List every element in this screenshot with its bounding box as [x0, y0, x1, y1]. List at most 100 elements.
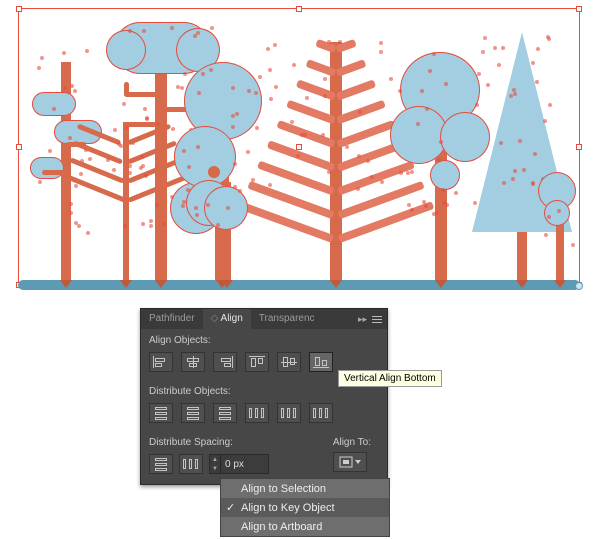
anchor-point[interactable]: [258, 75, 262, 79]
anchor-point[interactable]: [122, 102, 126, 106]
anchor-point[interactable]: [425, 107, 429, 111]
tree[interactable]: [204, 162, 250, 282]
fir-branch[interactable]: [336, 120, 395, 148]
anchor-point[interactable]: [268, 68, 272, 72]
anchor-point[interactable]: [69, 211, 73, 215]
anchor-point[interactable]: [128, 29, 132, 33]
anchor-point[interactable]: [73, 89, 77, 93]
anchor-point[interactable]: [543, 119, 547, 123]
anchor-point[interactable]: [380, 180, 384, 184]
anchor-point[interactable]: [255, 126, 259, 130]
anchor-point[interactable]: [345, 145, 349, 149]
horizontal-align-center-button[interactable]: [181, 352, 205, 372]
anchor-point[interactable]: [357, 154, 361, 158]
anchor-point[interactable]: [548, 103, 552, 107]
anchor-point[interactable]: [149, 224, 153, 228]
anchor-point[interactable]: [571, 243, 575, 247]
anchor-point[interactable]: [499, 141, 503, 145]
anchor-point[interactable]: [356, 187, 360, 191]
anchor-point[interactable]: [323, 77, 327, 81]
anchor-point[interactable]: [144, 174, 148, 178]
anchor-point[interactable]: [379, 41, 383, 45]
vertical-distribute-top-button[interactable]: [149, 403, 173, 423]
anchor-point[interactable]: [366, 159, 370, 163]
anchor-point[interactable]: [502, 181, 506, 185]
anchor-point[interactable]: [513, 92, 517, 96]
artboard-selection[interactable]: /*branches generated below via DOM to re…: [18, 8, 580, 296]
tab-pathfinder[interactable]: Pathfinder: [141, 309, 203, 329]
anchor-point[interactable]: [63, 86, 67, 90]
vertical-distribute-bottom-button[interactable]: [213, 403, 237, 423]
anchor-point[interactable]: [48, 149, 52, 153]
tree[interactable]: [540, 172, 580, 282]
anchor-point[interactable]: [238, 189, 242, 193]
anchor-point[interactable]: [266, 47, 270, 51]
anchor-point[interactable]: [196, 145, 200, 149]
anchor-point[interactable]: [416, 122, 420, 126]
anchor-point[interactable]: [268, 183, 272, 187]
flyout-align-to-key-object[interactable]: ✓Align to Key Object: [221, 498, 389, 517]
anchor-point[interactable]: [182, 149, 186, 153]
anchor-point[interactable]: [493, 46, 497, 50]
anchor-point[interactable]: [296, 154, 300, 158]
anchor-point[interactable]: [274, 85, 278, 89]
anchor-point[interactable]: [181, 204, 185, 208]
horizontal-align-right-button[interactable]: [213, 352, 237, 372]
anchor-point[interactable]: [74, 221, 78, 225]
anchor-point[interactable]: [323, 94, 327, 98]
vertical-align-bottom-button[interactable]: [309, 352, 333, 372]
horizontal-align-left-button[interactable]: [149, 352, 173, 372]
anchor-point[interactable]: [544, 233, 548, 237]
anchor-point[interactable]: [141, 164, 145, 168]
anchor-point[interactable]: [88, 157, 92, 161]
flyout-align-to-selection[interactable]: Align to Selection: [221, 479, 389, 498]
tree[interactable]: [66, 112, 186, 282]
anchor-point[interactable]: [141, 222, 145, 226]
anchor-point[interactable]: [410, 208, 414, 212]
selection-handle[interactable]: [576, 6, 582, 12]
anchor-point[interactable]: [37, 66, 41, 70]
anchor-point[interactable]: [128, 164, 132, 168]
anchor-point[interactable]: [441, 188, 445, 192]
anchor-point[interactable]: [547, 215, 551, 219]
horizontal-distribute-left-button[interactable]: [245, 403, 269, 423]
anchor-point[interactable]: [273, 43, 277, 47]
anchor-point[interactable]: [194, 206, 198, 210]
anchor-point[interactable]: [247, 89, 251, 93]
vertical-align-center-button[interactable]: [277, 352, 301, 372]
anchor-point[interactable]: [292, 63, 296, 67]
panel-menu-icon[interactable]: [371, 313, 383, 325]
anchor-point[interactable]: [77, 224, 81, 228]
stepper-icon[interactable]: ▲▼: [209, 454, 221, 474]
anchor-point[interactable]: [424, 204, 428, 208]
panel-collapse-icon[interactable]: ▸▸: [358, 314, 367, 325]
anchor-point[interactable]: [327, 40, 331, 44]
selection-handle[interactable]: [576, 144, 582, 150]
tab-transparency[interactable]: Transparenc: [251, 309, 323, 329]
anchor-point[interactable]: [533, 152, 537, 156]
anchor-point[interactable]: [117, 142, 121, 146]
anchor-point[interactable]: [420, 89, 424, 93]
flyout-align-to-artboard[interactable]: Align to Artboard: [221, 517, 389, 536]
anchor-point[interactable]: [389, 77, 393, 81]
anchor-point[interactable]: [437, 158, 441, 162]
anchor-point[interactable]: [536, 47, 540, 51]
anchor-point[interactable]: [233, 162, 237, 166]
anchor-point[interactable]: [511, 177, 515, 181]
anchor-point[interactable]: [170, 195, 174, 199]
anchor-point[interactable]: [162, 222, 166, 226]
anchor-point[interactable]: [40, 56, 44, 60]
fir-branch[interactable]: [315, 39, 337, 53]
anchor-point[interactable]: [531, 181, 535, 185]
vertical-align-top-button[interactable]: [245, 352, 269, 372]
anchor-point[interactable]: [557, 209, 561, 213]
anchor-point[interactable]: [522, 168, 526, 172]
anchor-point[interactable]: [445, 203, 449, 207]
anchor-point[interactable]: [269, 97, 273, 101]
anchor-point[interactable]: [140, 155, 144, 159]
vertical-distribute-space-button[interactable]: [149, 454, 173, 474]
tab-align[interactable]: ◇ Align: [203, 309, 251, 329]
spacing-field[interactable]: ▲▼: [209, 454, 269, 474]
anchor-point[interactable]: [85, 49, 89, 53]
anchor-point[interactable]: [209, 68, 213, 72]
